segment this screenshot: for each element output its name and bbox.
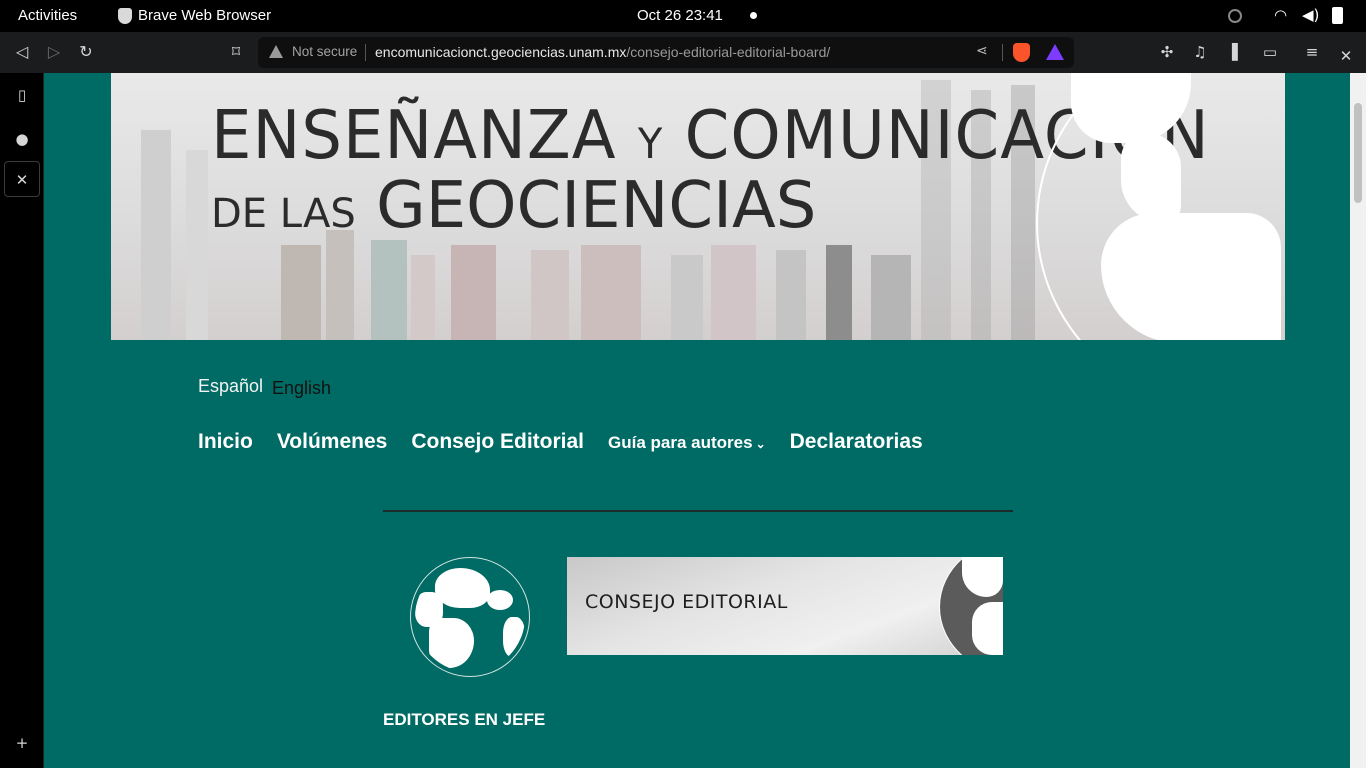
sidebar-panel-icon[interactable]: ▯ — [4, 77, 40, 113]
address-bar[interactable]: Not secure encomunicacionct.geociencias.… — [258, 37, 1074, 68]
globe-logo-icon — [410, 557, 530, 677]
nav-consejo-editorial[interactable]: Consejo Editorial — [411, 430, 584, 454]
add-icon[interactable]: + — [4, 725, 40, 761]
editores-en-jefe-heading: EDITORES EN JEFE — [383, 710, 546, 729]
nav-guia-para-autores[interactable]: Guía para autores ⌄ — [608, 433, 766, 453]
banner-word-y: Y — [637, 120, 664, 169]
section-divider — [383, 510, 1013, 512]
banner-word-ensenanza: ENSEÑANZA — [211, 97, 617, 175]
extensions-icon[interactable]: ✣ — [1155, 40, 1179, 64]
url-text[interactable]: encomunicacionct.geociencias.unam.mx/con… — [375, 44, 830, 60]
web-page: ENSEÑANZA Y COMUNICACIÓN DE LAS GEOCIENC… — [44, 73, 1350, 768]
notification-dot-icon — [750, 12, 757, 19]
brave-lion-icon — [118, 7, 132, 24]
menu-icon[interactable]: ≡ — [1300, 40, 1324, 64]
banner-book — [531, 250, 569, 340]
back-button[interactable]: ◁ — [10, 40, 34, 64]
banner-book — [826, 245, 852, 340]
url-separator — [365, 44, 366, 61]
app-name: Brave Web Browser — [138, 7, 272, 24]
security-indicator[interactable]: Not secure — [292, 44, 357, 59]
scrollbar-thumb[interactable] — [1354, 103, 1362, 203]
battery-icon[interactable] — [1332, 7, 1343, 24]
browser-toolbar: ◁ ▷ ↻ ⌑ Not secure encomunicacionct.geoc… — [0, 32, 1366, 73]
globe-logo-land — [429, 618, 474, 668]
banner-title-line-2: DE LAS GEOCIENCIAS — [211, 169, 816, 243]
brave-shields-icon[interactable] — [1013, 43, 1030, 62]
volume-icon[interactable]: ◀) — [1302, 6, 1319, 24]
banner-book — [371, 240, 407, 340]
banner-book — [776, 250, 806, 340]
globe-logo-land — [503, 617, 525, 657]
status-ring-icon[interactable] — [1228, 9, 1242, 23]
share-icon[interactable]: ⋖ — [976, 43, 988, 59]
url-separator-2 — [1002, 44, 1003, 61]
banner-book — [671, 255, 703, 340]
activities-button[interactable]: Activities — [18, 7, 77, 24]
banner-book — [451, 245, 496, 340]
banner-word-geociencias: GEOCIENCIAS — [376, 169, 817, 243]
nav-volumenes[interactable]: Volúmenes — [277, 430, 387, 454]
globe-logo-land — [487, 590, 513, 610]
globe-land-south — [1101, 213, 1281, 340]
forward-button[interactable]: ▷ — [42, 40, 66, 64]
consejo-editorial-banner: CONSEJO EDITORIAL — [567, 557, 1003, 655]
banner-book — [871, 255, 911, 340]
banner-book — [186, 150, 208, 340]
globe-logo-ocean — [415, 562, 525, 672]
banner-book — [411, 255, 435, 340]
consejo-editorial-label: CONSEJO EDITORIAL — [585, 591, 788, 613]
nav-inicio[interactable]: Inicio — [198, 430, 253, 454]
language-es-link[interactable]: Español — [198, 376, 263, 397]
banner-book — [581, 245, 641, 340]
app-menu[interactable]: Brave Web Browser — [118, 7, 271, 24]
reload-button[interactable]: ↻ — [74, 40, 98, 64]
github-icon[interactable]: ● — [4, 121, 40, 157]
warning-icon — [269, 45, 283, 58]
sidebar-toggle-icon[interactable]: ▐ — [1220, 40, 1244, 64]
nav-guia-label: Guía para autores — [608, 433, 753, 452]
wifi-icon[interactable]: ◠ — [1274, 6, 1287, 24]
nav-declaratorias[interactable]: Declaratorias — [790, 430, 923, 454]
wallet-icon[interactable]: ▭ — [1258, 40, 1282, 64]
clock[interactable]: Oct 26 23:41 — [637, 7, 723, 24]
banner-book — [711, 245, 756, 340]
banner-book — [326, 230, 354, 340]
close-window-icon[interactable]: ✕ — [1334, 44, 1358, 68]
url-host: encomunicacionct.geociencias.unam.mx — [375, 44, 627, 60]
banner-globe-land — [972, 602, 1003, 655]
chevron-down-icon: ⌄ — [755, 437, 766, 451]
main-navigation: Inicio Volúmenes Consejo Editorial Guía … — [198, 430, 923, 454]
page-scrollbar[interactable] — [1350, 73, 1366, 768]
media-icon[interactable]: ♫ — [1188, 40, 1212, 64]
banner-book — [281, 245, 321, 340]
url-path: /consejo-editorial-editorial-board/ — [626, 44, 831, 60]
banner-word-de-las: DE LAS — [211, 191, 356, 237]
banner-book — [141, 130, 171, 340]
globe-logo-land — [435, 568, 490, 608]
language-en-link[interactable]: English — [272, 378, 331, 399]
brave-rewards-icon[interactable] — [1046, 44, 1064, 60]
browser-sidebar: ▯ ● ✕ + — [0, 73, 44, 768]
close-icon[interactable]: ✕ — [4, 161, 40, 197]
system-top-bar: Activities Brave Web Browser Oct 26 23:4… — [0, 0, 1366, 32]
site-header-banner[interactable]: ENSEÑANZA Y COMUNICACIÓN DE LAS GEOCIENC… — [111, 73, 1285, 340]
bookmark-icon[interactable]: ⌑ — [224, 40, 248, 64]
